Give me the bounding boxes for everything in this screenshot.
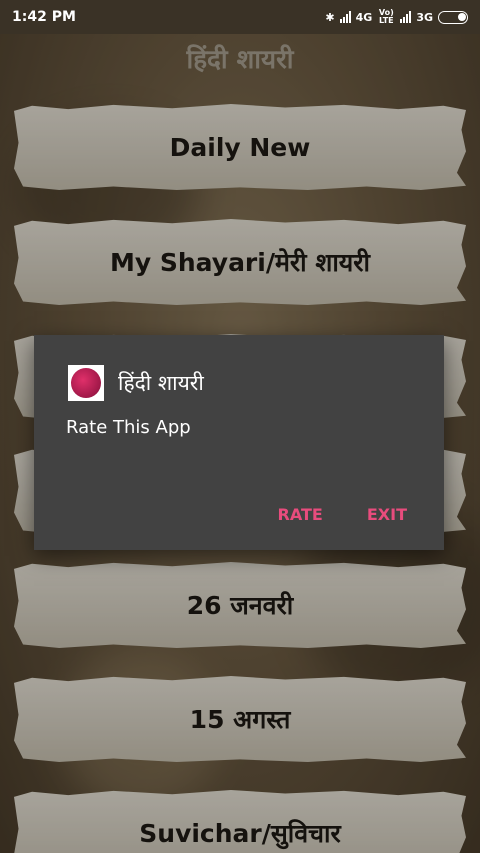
screen: 1:42 PM ✱ 4G Vo) LTE 3G हिंदी शायरी Dail…: [0, 0, 480, 853]
dialog-message: Rate This App: [66, 417, 191, 438]
bluetooth-icon: ✱: [325, 10, 335, 24]
volte-label: Vo) LTE: [378, 8, 394, 25]
signal-icon: [400, 11, 412, 23]
dialog-actions: RATE EXIT: [278, 505, 407, 524]
app-logo-icon: [68, 365, 104, 401]
exit-button[interactable]: EXIT: [367, 505, 407, 524]
status-bar: 1:42 PM ✱ 4G Vo) LTE 3G: [0, 0, 480, 34]
dialog-header: हिंदी शायरी: [68, 365, 204, 401]
network-type-2: 3G: [416, 10, 433, 24]
rate-button[interactable]: RATE: [278, 505, 323, 524]
status-time: 1:42 PM: [12, 9, 76, 25]
dialog-title: हिंदी शायरी: [118, 371, 204, 395]
battery-icon: [438, 10, 468, 24]
network-type-1: 4G: [355, 10, 373, 24]
rate-dialog: हिंदी शायरी Rate This App RATE EXIT: [34, 335, 444, 550]
signal-icon: [339, 11, 351, 23]
status-icons: ✱ 4G Vo) LTE 3G: [325, 9, 468, 25]
